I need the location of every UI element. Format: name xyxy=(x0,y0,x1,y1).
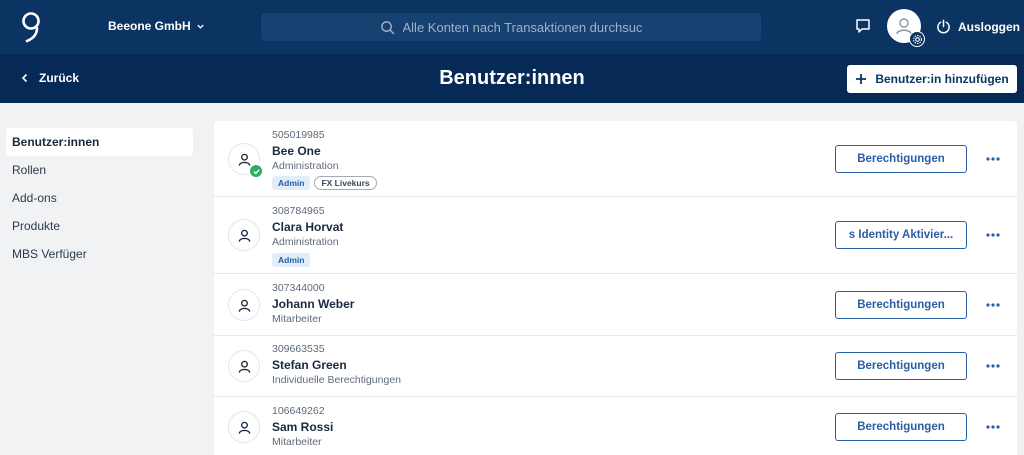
user-role: Mitarbeiter xyxy=(272,436,322,448)
sidebar-item-label: Rollen xyxy=(12,163,47,177)
user-id: 309663535 xyxy=(272,343,325,355)
chat-icon[interactable] xyxy=(854,17,872,35)
back-label: Zurück xyxy=(39,71,80,85)
user-name: Clara Horvat xyxy=(272,220,344,234)
user-icon xyxy=(238,421,250,434)
add-user-label: Benutzer:in hinzufügen xyxy=(875,72,1009,86)
more-options-icon[interactable] xyxy=(985,419,1001,435)
check-icon xyxy=(252,168,260,175)
user-icon xyxy=(238,360,250,373)
search-bar[interactable] xyxy=(261,13,761,41)
permissions-button[interactable]: Berechtigungen xyxy=(835,352,967,380)
sidebar-item-mbs[interactable]: MBS Verfüger xyxy=(6,240,193,268)
user-role: Administration xyxy=(272,160,339,172)
user-icon xyxy=(238,229,250,242)
user-list: 505019985 Bee One Administration Admin F… xyxy=(214,121,1017,455)
more-options-icon[interactable] xyxy=(985,358,1001,374)
identity-activate-button[interactable]: s Identity Aktivier... xyxy=(835,221,967,249)
avatar[interactable] xyxy=(887,9,925,47)
logout-button[interactable]: Ausloggen xyxy=(936,19,1020,34)
permissions-button[interactable]: Berechtigungen xyxy=(835,291,967,319)
user-name: Bee One xyxy=(272,144,321,158)
top-bar: Beeone GmbH Ausloggen xyxy=(0,0,1024,54)
chevron-down-icon xyxy=(197,24,204,29)
sidebar-item-label: MBS Verfüger xyxy=(12,247,87,261)
user-name: Sam Rossi xyxy=(272,420,334,434)
sidebar-item-addons[interactable]: Add-ons xyxy=(6,184,193,212)
sidebar-item-users[interactable]: Benutzer:innen xyxy=(6,128,193,156)
more-options-icon[interactable] xyxy=(985,297,1001,313)
sidebar: Benutzer:innen Rollen Add-ons Produkte M… xyxy=(6,128,193,268)
sidebar-item-products[interactable]: Produkte xyxy=(6,212,193,240)
user-icon xyxy=(238,299,250,312)
settings-badge[interactable] xyxy=(909,31,925,47)
user-id: 106649262 xyxy=(272,405,325,417)
user-id: 308784965 xyxy=(272,205,325,217)
table-row: 309663535 Stefan Green Individuelle Bere… xyxy=(214,336,1017,397)
user-avatar xyxy=(228,219,260,251)
chevron-left-icon xyxy=(21,73,28,83)
user-avatar xyxy=(228,289,260,321)
user-icon xyxy=(238,153,250,166)
permissions-button[interactable]: Berechtigungen xyxy=(835,413,967,441)
user-avatar xyxy=(228,411,260,443)
user-avatar xyxy=(228,350,260,382)
sidebar-item-roles[interactable]: Rollen xyxy=(6,156,193,184)
permissions-button[interactable]: Berechtigungen xyxy=(835,145,967,173)
sidebar-item-label: Benutzer:innen xyxy=(12,135,100,149)
add-user-button[interactable]: Benutzer:in hinzufügen xyxy=(847,65,1017,93)
table-row: 308784965 Clara Horvat Administration Ad… xyxy=(214,197,1017,274)
user-role: Individuelle Berechtigungen xyxy=(272,374,402,386)
user-role: Administration xyxy=(272,236,339,248)
logout-label: Ausloggen xyxy=(958,19,1020,34)
user-id: 505019985 xyxy=(272,129,325,141)
fx-badge: FX Livekurs xyxy=(314,176,377,190)
gear-icon xyxy=(912,34,922,44)
admin-badge: Admin xyxy=(272,253,311,267)
plus-icon xyxy=(856,74,867,84)
more-options-icon[interactable] xyxy=(985,151,1001,167)
table-row: 106649262 Sam Rossi Mitarbeiter Berechti… xyxy=(214,397,1017,455)
user-role: Mitarbeiter xyxy=(272,313,322,325)
sidebar-item-label: Add-ons xyxy=(12,191,57,205)
back-button[interactable]: Zurück xyxy=(20,71,79,85)
company-switcher[interactable]: Beeone GmbH xyxy=(108,19,205,33)
table-row: 307344000 Johann Weber Mitarbeiter Berec… xyxy=(214,274,1017,336)
sidebar-item-label: Produkte xyxy=(12,219,61,233)
power-icon xyxy=(937,19,950,34)
user-avatar xyxy=(228,143,264,179)
verified-badge xyxy=(248,163,264,179)
user-name: Stefan Green xyxy=(272,358,347,372)
logo-icon[interactable] xyxy=(20,11,42,43)
user-name: Johann Weber xyxy=(272,297,355,311)
search-icon xyxy=(380,20,394,34)
table-row: 505019985 Bee One Administration Admin F… xyxy=(214,121,1017,197)
more-options-icon[interactable] xyxy=(985,227,1001,243)
search-input[interactable] xyxy=(402,19,643,35)
company-name: Beeone GmbH xyxy=(108,19,191,33)
admin-badge: Admin xyxy=(272,176,311,190)
user-id: 307344000 xyxy=(272,282,325,294)
page-header: Zurück Benutzer:innen Benutzer:in hinzuf… xyxy=(0,54,1024,103)
